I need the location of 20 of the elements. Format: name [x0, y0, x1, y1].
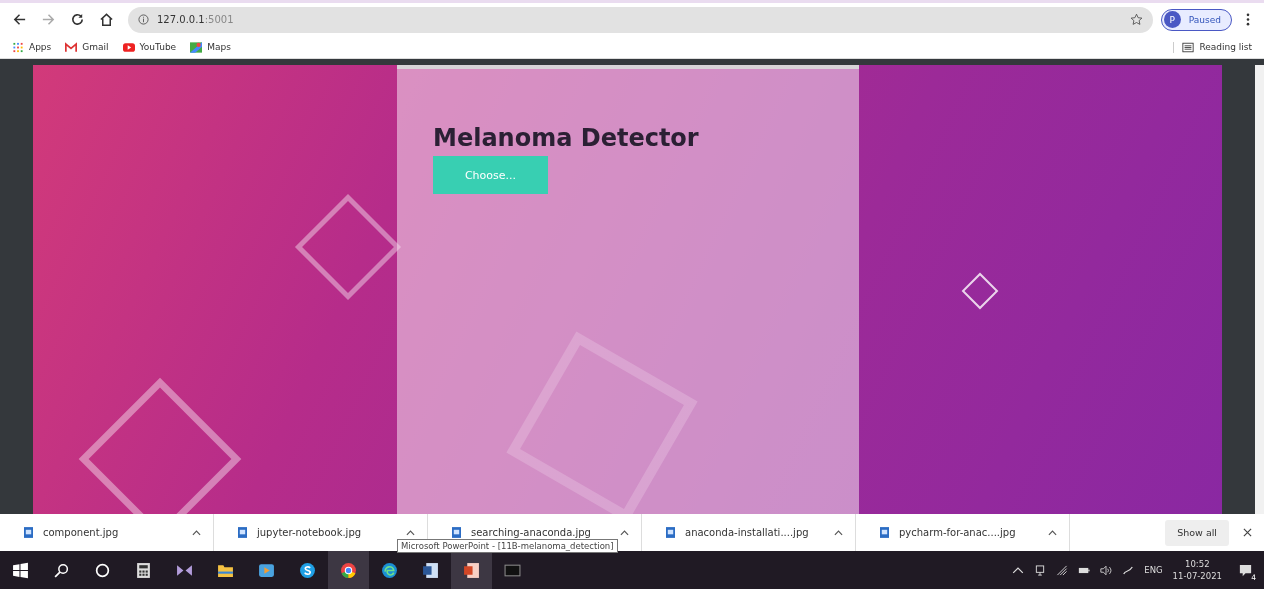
profile-button[interactable]: P Paused [1160, 8, 1232, 31]
clock[interactable]: 10:52 11-07-2021 [1172, 558, 1222, 582]
page-title: Melanoma Detector [433, 124, 699, 152]
url-text: 127.0.0.1:5001 [157, 14, 235, 25]
show-all-button[interactable]: Show all [1165, 519, 1229, 546]
file-name: anaconda-installati....jpg [685, 527, 810, 538]
bookmark[interactable]: Apps [12, 41, 52, 53]
bookmark[interactable]: Maps [190, 41, 231, 53]
tooltip: Microsoft PowerPoint - [11B-melanoma_detection] [397, 539, 618, 553]
file-name: pycharm-for-anac....jpg [899, 527, 1017, 538]
clock-date: 11-07-2021 [1172, 570, 1222, 582]
address-bar[interactable]: 127.0.0.1:5001 [128, 6, 1153, 33]
reading-list-button[interactable]: Reading list [1173, 41, 1252, 53]
bookmark[interactable]: YouTube [122, 41, 177, 53]
language-indicator[interactable]: ENG [1144, 565, 1163, 575]
bookmark[interactable]: Gmail [65, 41, 109, 53]
file-name: searching-anaconda.jpg [471, 527, 592, 538]
file-name: component.jpg [43, 527, 120, 538]
clock-time: 10:52 [1185, 558, 1210, 570]
file-name: jupyter-notebook.jpg [257, 527, 363, 538]
